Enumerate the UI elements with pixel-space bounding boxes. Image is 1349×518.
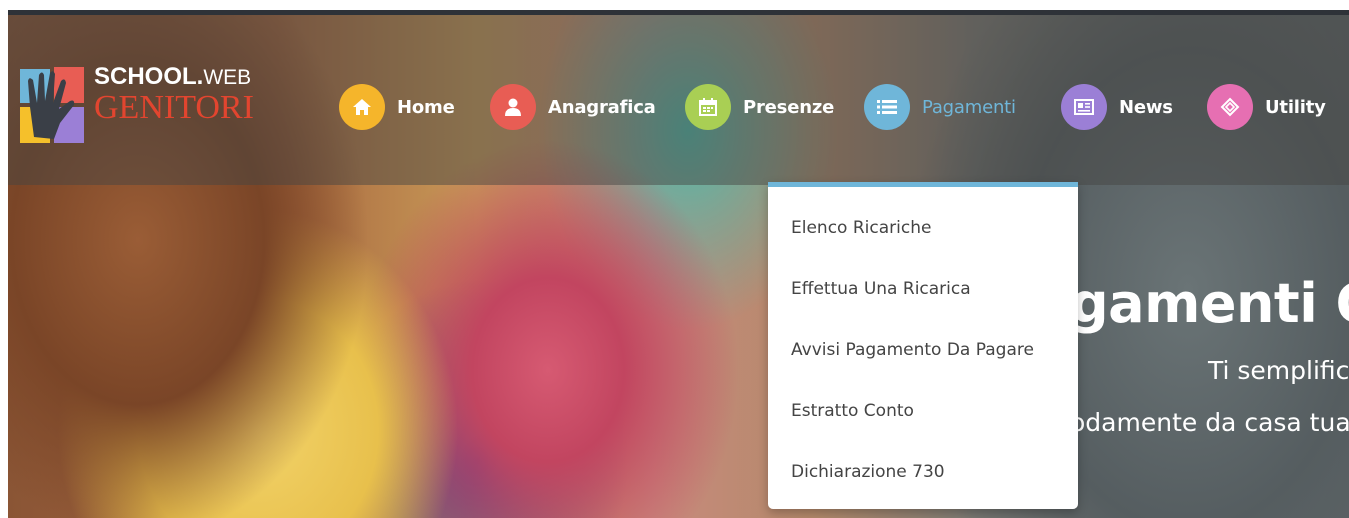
nav-news-label: News — [1119, 96, 1173, 118]
menu-item-elenco-ricariche[interactable]: Elenco Ricariche — [791, 218, 931, 238]
nav-news[interactable]: News — [1061, 83, 1173, 131]
logo-genitori-text: GENITORI — [94, 89, 254, 126]
nav-presenze-label: Presenze — [743, 96, 835, 118]
home-icon — [339, 84, 385, 130]
menu-item-effettua-ricarica[interactable]: Effettua Una Ricarica — [791, 279, 971, 299]
nav-anagrafica-label: Anagrafica — [548, 96, 656, 118]
list-icon — [864, 84, 910, 130]
nav-home-label: Home — [397, 96, 455, 118]
menu-item-estratto-conto[interactable]: Estratto Conto — [791, 401, 914, 421]
hand-logo-icon — [20, 67, 84, 143]
hero-title: gamenti On — [1070, 272, 1349, 335]
nav-utility[interactable]: Utility — [1207, 83, 1326, 131]
menu-item-avvisi-pagamento[interactable]: Avvisi Pagamento Da Pagare — [791, 340, 1034, 360]
nav-presenze[interactable]: Presenze — [685, 83, 834, 131]
newspaper-icon — [1061, 84, 1107, 130]
logo-school-text: SCHOOL.WEB — [94, 63, 252, 90]
nav-utility-label: Utility — [1265, 96, 1326, 118]
logo[interactable]: SCHOOL.WEB GENITORI — [20, 63, 254, 153]
calendar-icon — [685, 84, 731, 130]
hero-background: gamenti On Ti semplific odamente da casa… — [8, 10, 1349, 518]
hero-subtitle-line2: odamente da casa tua — [1070, 408, 1349, 437]
nav-anagrafica[interactable]: Anagrafica — [490, 83, 656, 131]
user-icon — [490, 84, 536, 130]
nav-pagamenti[interactable]: Pagamenti — [864, 83, 1016, 131]
nav-home[interactable]: Home — [339, 83, 455, 131]
header-nav-bar: SCHOOL.WEB GENITORI Home Anagrafica Pres… — [8, 15, 1349, 185]
utility-icon — [1207, 84, 1253, 130]
pagamenti-dropdown-menu: Elenco Ricariche Effettua Una Ricarica A… — [768, 182, 1078, 509]
nav-pagamenti-label: Pagamenti — [922, 96, 1016, 118]
menu-item-dichiarazione-730[interactable]: Dichiarazione 730 — [791, 462, 945, 482]
hero-subtitle-line1: Ti semplific — [1208, 356, 1349, 385]
